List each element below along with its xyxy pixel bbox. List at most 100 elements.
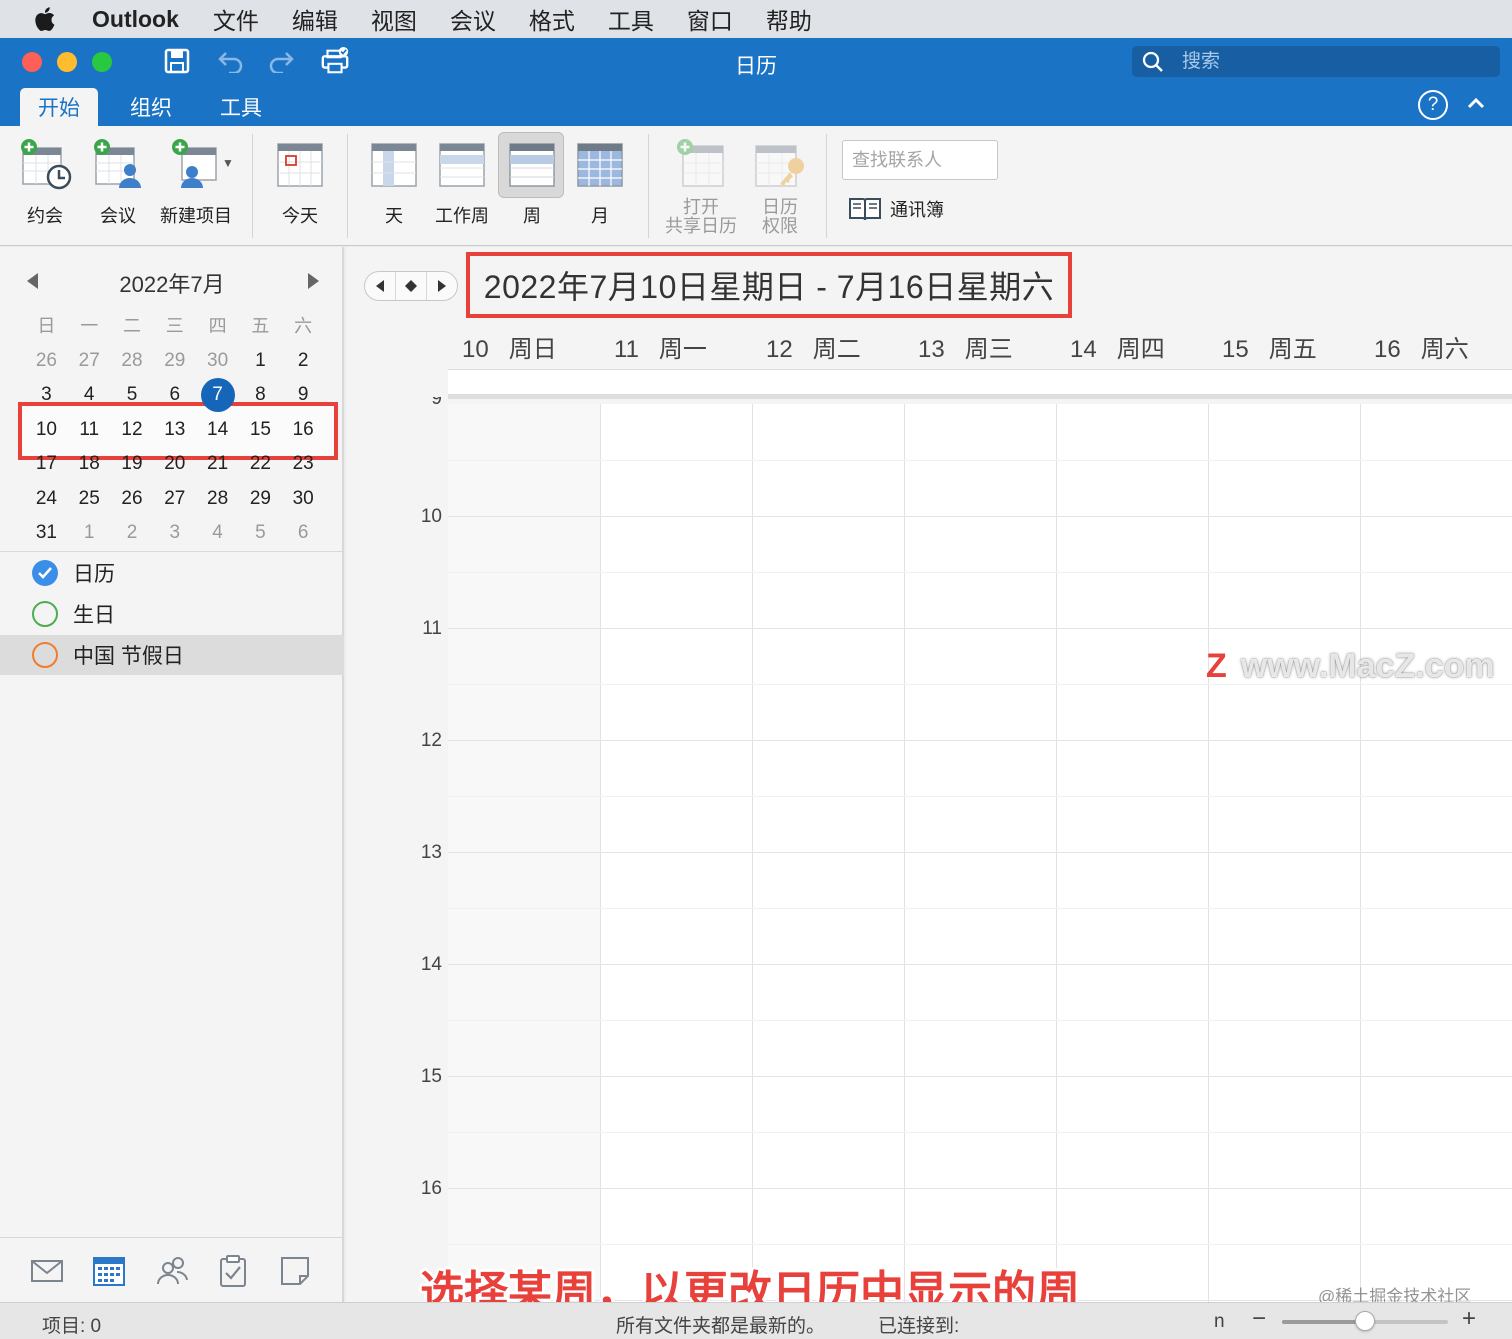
app-name-menu[interactable]: Outlook <box>92 6 179 33</box>
month-view-button[interactable]: 月 <box>572 126 628 228</box>
mini-day[interactable]: 14 <box>196 413 239 447</box>
mini-day[interactable]: 11 <box>68 413 111 447</box>
time-grid[interactable] <box>448 404 1512 1302</box>
zoom-in-button[interactable]: + <box>1462 1305 1476 1333</box>
mini-week-row[interactable]: 17 18 19 20 21 22 23 <box>25 447 325 481</box>
new-meeting-button[interactable]: 会议 <box>90 126 146 228</box>
mini-day[interactable]: 29 <box>239 482 282 516</box>
mini-day[interactable]: 27 <box>68 344 111 378</box>
print-icon[interactable] <box>320 46 350 76</box>
contacts-icon[interactable] <box>155 1254 189 1288</box>
mini-day[interactable]: 6 <box>282 516 325 550</box>
mini-day[interactable]: 3 <box>25 378 68 412</box>
calendar-list-item-calendar[interactable]: 日历 <box>0 553 344 593</box>
calendar-permissions-button[interactable]: 日历 权限 <box>752 126 808 236</box>
mini-day[interactable]: 8 <box>239 378 282 412</box>
zoom-out-button[interactable]: − <box>1252 1305 1266 1333</box>
mini-day[interactable]: 19 <box>111 447 154 481</box>
mini-day[interactable]: 1 <box>68 516 111 550</box>
mini-day[interactable]: 2 <box>282 344 325 378</box>
menu-window[interactable]: 窗口 <box>687 2 733 36</box>
zoom-slider-handle[interactable] <box>1355 1311 1375 1331</box>
mini-day[interactable]: 12 <box>111 413 154 447</box>
collapse-ribbon-icon[interactable] <box>1464 92 1488 116</box>
menu-view[interactable]: 视图 <box>371 2 417 36</box>
unchecked-circle-icon[interactable] <box>32 642 58 668</box>
day-column-header[interactable]: 12 周二 <box>752 329 904 367</box>
mini-day[interactable]: 27 <box>153 482 196 516</box>
apple-icon[interactable] <box>32 4 72 34</box>
mini-day[interactable]: 4 <box>196 516 239 550</box>
mini-day[interactable]: 29 <box>153 344 196 378</box>
mini-day[interactable]: 3 <box>153 516 196 550</box>
mini-day[interactable]: 28 <box>196 482 239 516</box>
today-button[interactable]: 今天 <box>272 126 328 228</box>
mini-day[interactable]: 13 <box>153 413 196 447</box>
day-column-header[interactable]: 15 周五 <box>1208 329 1360 367</box>
work-week-view-button[interactable]: 工作周 <box>434 126 490 228</box>
day-column-header[interactable]: 14 周四 <box>1056 329 1208 367</box>
tab-tools[interactable]: 工具 <box>202 88 280 126</box>
tasks-icon[interactable] <box>216 1254 250 1288</box>
mini-day[interactable]: 9 <box>282 378 325 412</box>
undo-icon[interactable] <box>216 46 246 76</box>
day-column-header[interactable]: 10 周日 <box>448 329 600 367</box>
checked-circle-icon[interactable] <box>32 560 58 586</box>
mail-icon[interactable] <box>30 1254 64 1288</box>
previous-week-button[interactable] <box>365 272 396 300</box>
address-book-button[interactable]: 通讯簿 <box>848 196 944 222</box>
all-day-row[interactable] <box>448 369 1512 399</box>
zoom-slider[interactable] <box>1282 1311 1448 1331</box>
mini-week-row-selected[interactable]: 10 11 12 13 14 15 16 <box>25 413 325 447</box>
calendar-icon[interactable] <box>92 1254 126 1288</box>
next-month-icon[interactable] <box>304 271 322 291</box>
mini-day[interactable]: 1 <box>239 344 282 378</box>
week-view-button[interactable]: 周 <box>498 126 564 228</box>
mini-day[interactable]: 17 <box>25 447 68 481</box>
mini-week-row[interactable]: 24 25 26 27 28 29 30 <box>25 482 325 516</box>
mini-day[interactable]: 23 <box>282 447 325 481</box>
mini-day[interactable]: 18 <box>68 447 111 481</box>
mini-day[interactable]: 20 <box>153 447 196 481</box>
day-column-header[interactable]: 16 周六 <box>1360 329 1512 367</box>
mini-day[interactable]: 31 <box>25 516 68 550</box>
calendar-list-item-birthdays[interactable]: 生日 <box>0 594 344 634</box>
mini-week-row[interactable]: 26 27 28 29 30 1 2 <box>25 344 325 378</box>
menu-meeting[interactable]: 会议 <box>450 2 496 36</box>
mini-day[interactable]: 4 <box>68 378 111 412</box>
mini-day[interactable]: 2 <box>111 516 154 550</box>
open-shared-calendar-button[interactable]: 打开 共享日历 <box>665 126 737 236</box>
find-contact-input[interactable] <box>842 140 998 180</box>
new-item-button[interactable]: 新建项目 <box>160 126 232 228</box>
menu-file[interactable]: 文件 <box>213 2 259 36</box>
menu-help[interactable]: 帮助 <box>766 2 812 36</box>
today-diamond-button[interactable] <box>396 272 427 300</box>
mini-day[interactable]: 30 <box>282 482 325 516</box>
next-week-button[interactable] <box>427 272 457 300</box>
day-view-button[interactable]: 天 <box>366 126 422 228</box>
close-window-button[interactable] <box>22 52 42 72</box>
mini-day[interactable]: 28 <box>111 344 154 378</box>
unchecked-circle-icon[interactable] <box>32 601 58 627</box>
search-input[interactable] <box>1182 50 1482 73</box>
menu-edit[interactable]: 编辑 <box>292 2 338 36</box>
mini-day[interactable]: 22 <box>239 447 282 481</box>
mini-day[interactable]: 5 <box>239 516 282 550</box>
mini-day[interactable]: 30 <box>196 344 239 378</box>
notes-icon[interactable] <box>278 1254 312 1288</box>
redo-icon[interactable] <box>266 46 296 76</box>
day-column-header[interactable]: 11 周一 <box>600 329 752 367</box>
mini-day[interactable]: 16 <box>282 413 325 447</box>
mini-day[interactable]: 5 <box>111 378 154 412</box>
mini-day[interactable]: 26 <box>25 344 68 378</box>
tab-home[interactable]: 开始 <box>20 88 98 126</box>
save-icon[interactable] <box>162 46 192 76</box>
day-column-header[interactable]: 13 周三 <box>904 329 1056 367</box>
new-appointment-button[interactable]: 约会 <box>17 126 73 228</box>
mini-day[interactable]: 25 <box>68 482 111 516</box>
mini-day[interactable]: 24 <box>25 482 68 516</box>
search-box[interactable] <box>1132 46 1500 77</box>
zoom-window-button[interactable] <box>92 52 112 72</box>
menu-format[interactable]: 格式 <box>529 2 575 36</box>
mini-day[interactable]: 10 <box>25 413 68 447</box>
